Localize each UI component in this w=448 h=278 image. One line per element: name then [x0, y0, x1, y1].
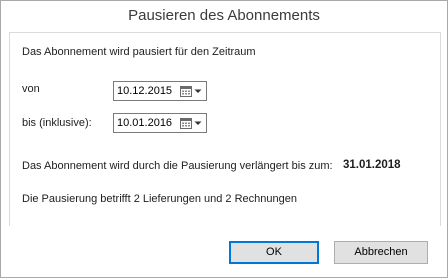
calendar-icon[interactable]	[180, 117, 192, 129]
to-date-value: 10.01.2016	[117, 117, 173, 129]
to-label: bis (inklusive):	[22, 117, 92, 129]
dialog-title: Pausieren des Abonnements	[128, 7, 320, 24]
from-label: von	[22, 83, 40, 95]
affects-text: Die Pausierung betrifft 2 Lieferungen un…	[22, 193, 297, 205]
dialog-footer: OK Abbrechen	[1, 226, 447, 277]
to-date-picker[interactable]: 10.01.2016	[113, 113, 207, 133]
intro-text: Das Abonnement wird pausiert für den Zei…	[22, 46, 256, 58]
from-date-picker[interactable]: 10.12.2015	[113, 81, 207, 101]
chevron-down-icon[interactable]	[193, 117, 203, 129]
cancel-button[interactable]: Abbrechen	[334, 241, 428, 264]
extension-date: 31.01.2018	[343, 159, 401, 171]
chevron-down-icon[interactable]	[193, 85, 203, 97]
from-date-value: 10.12.2015	[117, 85, 173, 97]
calendar-icon[interactable]	[180, 85, 192, 97]
ok-button[interactable]: OK	[229, 241, 319, 264]
pause-subscription-dialog: Pausieren des Abonnements Das Abonnement…	[0, 0, 448, 278]
extension-label: Das Abonnement wird durch die Pausierung…	[22, 160, 333, 172]
dialog-content: Das Abonnement wird pausiert für den Zei…	[9, 32, 441, 227]
